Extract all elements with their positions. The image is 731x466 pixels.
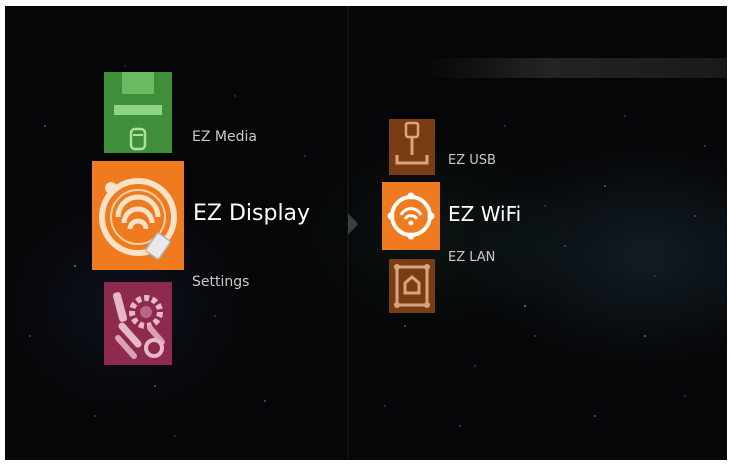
tv-screen: EZ Media EZ Display Settings EZ USB EZ W… — [5, 6, 727, 460]
menu-tile-settings[interactable] — [104, 282, 172, 365]
menu-label-settings: Settings — [192, 274, 250, 290]
settings-tools-icon — [112, 292, 165, 359]
submenu-tile-ez-wifi[interactable] — [382, 182, 440, 250]
lan-icon — [394, 264, 430, 308]
submenu-label-ez-usb: EZ USB — [448, 153, 496, 168]
submenu-tile-ez-lan[interactable] — [389, 259, 435, 313]
wifi-icon — [387, 192, 435, 240]
chevron-right-icon — [348, 213, 358, 235]
menu-label-ez-display: EZ Display — [193, 201, 311, 226]
menu-tile-ez-media[interactable] — [104, 72, 172, 153]
usb-icon — [395, 121, 429, 165]
media-icon — [114, 72, 162, 151]
submenu-label-ez-lan: EZ LAN — [448, 250, 496, 265]
menu-tile-ez-display[interactable] — [92, 161, 184, 270]
wifi-display-icon — [99, 178, 177, 260]
top-highlight-bar — [425, 58, 727, 78]
submenu-tile-ez-usb[interactable] — [389, 119, 435, 175]
menu-label-ez-media: EZ Media — [192, 129, 257, 145]
submenu-label-ez-wifi: EZ WiFi — [448, 202, 522, 226]
